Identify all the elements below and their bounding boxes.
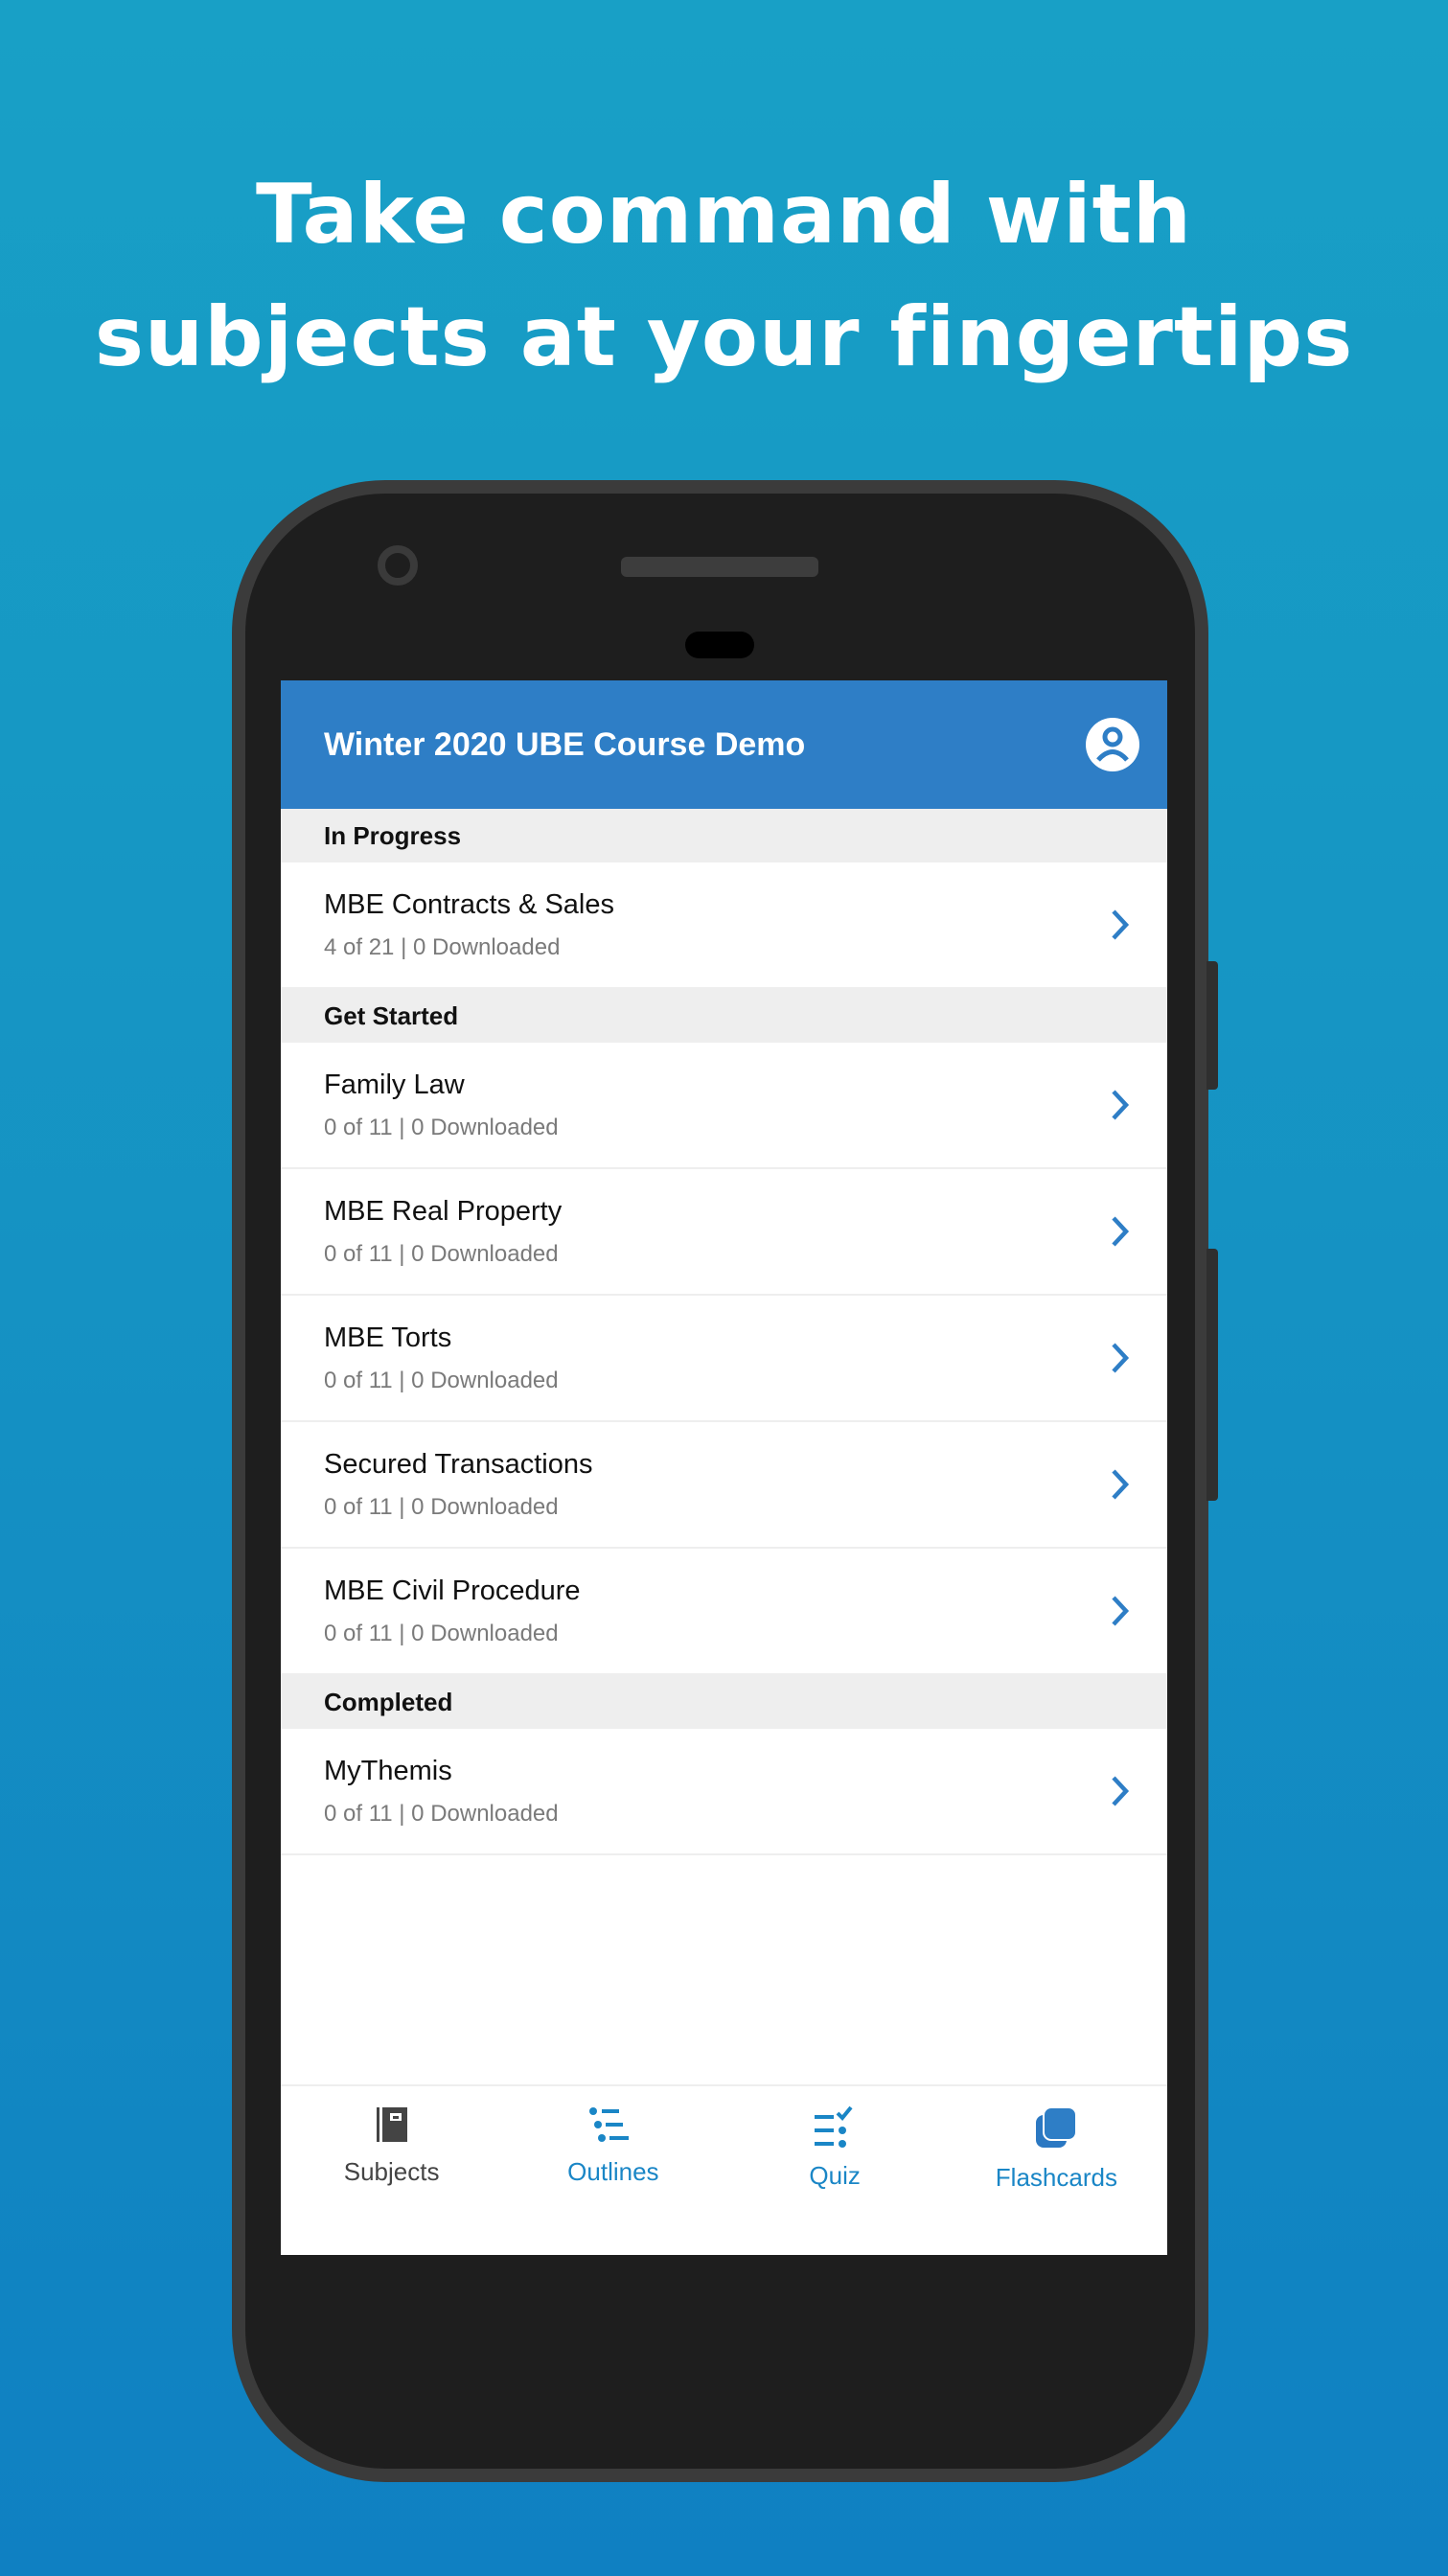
subject-progress: 0 of 11 | 0 Downloaded bbox=[324, 1367, 559, 1393]
subject-row[interactable]: MBE Civil Procedure 0 of 11 | 0 Download… bbox=[281, 1549, 1167, 1675]
subject-progress: 0 of 11 | 0 Downloaded bbox=[324, 1493, 559, 1520]
subject-row[interactable]: Secured Transactions 0 of 11 | 0 Downloa… bbox=[281, 1422, 1167, 1549]
section-header: Completed bbox=[281, 1675, 1167, 1729]
chevron-right-icon bbox=[1112, 1090, 1130, 1120]
subject-text: MBE Real Property 0 of 11 | 0 Downloaded bbox=[324, 1196, 562, 1268]
headline-line-1: Take command with bbox=[255, 167, 1193, 263]
nav-label: Flashcards bbox=[995, 2163, 1117, 2192]
subject-text: Family Law 0 of 11 | 0 Downloaded bbox=[324, 1070, 559, 1141]
nav-label: Outlines bbox=[567, 2157, 659, 2186]
app-title: Winter 2020 UBE Course Demo bbox=[324, 725, 806, 763]
subject-title: MBE Torts bbox=[324, 1322, 452, 1353]
subject-title: MyThemis bbox=[324, 1755, 452, 1786]
subject-progress: 0 of 11 | 0 Downloaded bbox=[324, 1240, 559, 1267]
phone-speaker bbox=[621, 557, 818, 577]
nav-flashcards[interactable]: Flashcards bbox=[946, 2086, 1167, 2255]
subject-progress: 0 of 11 | 0 Downloaded bbox=[324, 1620, 559, 1646]
notebook-icon bbox=[376, 2107, 407, 2142]
checklist-icon bbox=[815, 2105, 853, 2148]
subject-row[interactable]: MyThemis 0 of 11 | 0 Downloaded bbox=[281, 1729, 1167, 1855]
account-circle-icon[interactable] bbox=[1085, 717, 1140, 772]
subject-list: In Progress MBE Contracts & Sales 4 of 2… bbox=[281, 809, 1167, 1855]
nav-quiz[interactable]: Quiz bbox=[724, 2086, 946, 2255]
nav-subjects[interactable]: Subjects bbox=[281, 2086, 502, 2255]
subject-text: MBE Torts 0 of 11 | 0 Downloaded bbox=[324, 1322, 559, 1394]
subject-row[interactable]: Family Law 0 of 11 | 0 Downloaded bbox=[281, 1043, 1167, 1169]
section-header: Get Started bbox=[281, 989, 1167, 1043]
list-icon bbox=[588, 2107, 629, 2142]
chevron-right-icon bbox=[1112, 1596, 1130, 1626]
nav-outlines[interactable]: Outlines bbox=[502, 2086, 724, 2255]
chevron-right-icon bbox=[1112, 1343, 1130, 1373]
subject-text: MBE Civil Procedure 0 of 11 | 0 Download… bbox=[324, 1576, 581, 1647]
subject-text: MBE Contracts & Sales 4 of 21 | 0 Downlo… bbox=[324, 889, 614, 961]
headline: Take command with subjects at your finge… bbox=[0, 153, 1448, 399]
subject-row[interactable]: MBE Contracts & Sales 4 of 21 | 0 Downlo… bbox=[281, 862, 1167, 989]
chevron-right-icon bbox=[1112, 1469, 1130, 1500]
nav-label: Subjects bbox=[343, 2157, 440, 2186]
subject-text: MyThemis 0 of 11 | 0 Downloaded bbox=[324, 1756, 559, 1828]
phone-power-button bbox=[1207, 961, 1218, 1090]
chevron-right-icon bbox=[1112, 1776, 1130, 1806]
bottom-nav: Subjects Outlines Quiz Flashcards bbox=[281, 2084, 1167, 2255]
subject-title: MBE Contracts & Sales bbox=[324, 888, 614, 920]
app-screen: Winter 2020 UBE Course Demo In Progress … bbox=[281, 680, 1167, 2255]
chevron-right-icon bbox=[1112, 909, 1130, 940]
subject-title: Secured Transactions bbox=[324, 1448, 593, 1480]
cards-icon bbox=[1036, 2106, 1078, 2148]
subject-row[interactable]: MBE Real Property 0 of 11 | 0 Downloaded bbox=[281, 1169, 1167, 1296]
subject-row[interactable]: MBE Torts 0 of 11 | 0 Downloaded bbox=[281, 1296, 1167, 1422]
subject-progress: 0 of 11 | 0 Downloaded bbox=[324, 1114, 559, 1140]
phone-volume-button bbox=[1207, 1249, 1218, 1501]
section-header: In Progress bbox=[281, 809, 1167, 862]
subject-text: Secured Transactions 0 of 11 | 0 Downloa… bbox=[324, 1449, 592, 1521]
subject-title: MBE Real Property bbox=[324, 1195, 563, 1227]
phone-earpiece bbox=[685, 632, 754, 658]
subject-progress: 0 of 11 | 0 Downloaded bbox=[324, 1800, 559, 1827]
subject-title: Family Law bbox=[324, 1069, 465, 1100]
camera-icon bbox=[378, 545, 418, 586]
nav-label: Quiz bbox=[809, 2161, 861, 2190]
subject-title: MBE Civil Procedure bbox=[324, 1575, 581, 1606]
chevron-right-icon bbox=[1112, 1216, 1130, 1247]
subject-progress: 4 of 21 | 0 Downloaded bbox=[324, 933, 561, 960]
app-bar: Winter 2020 UBE Course Demo bbox=[281, 680, 1167, 809]
headline-line-2: subjects at your fingertips bbox=[94, 289, 1354, 385]
